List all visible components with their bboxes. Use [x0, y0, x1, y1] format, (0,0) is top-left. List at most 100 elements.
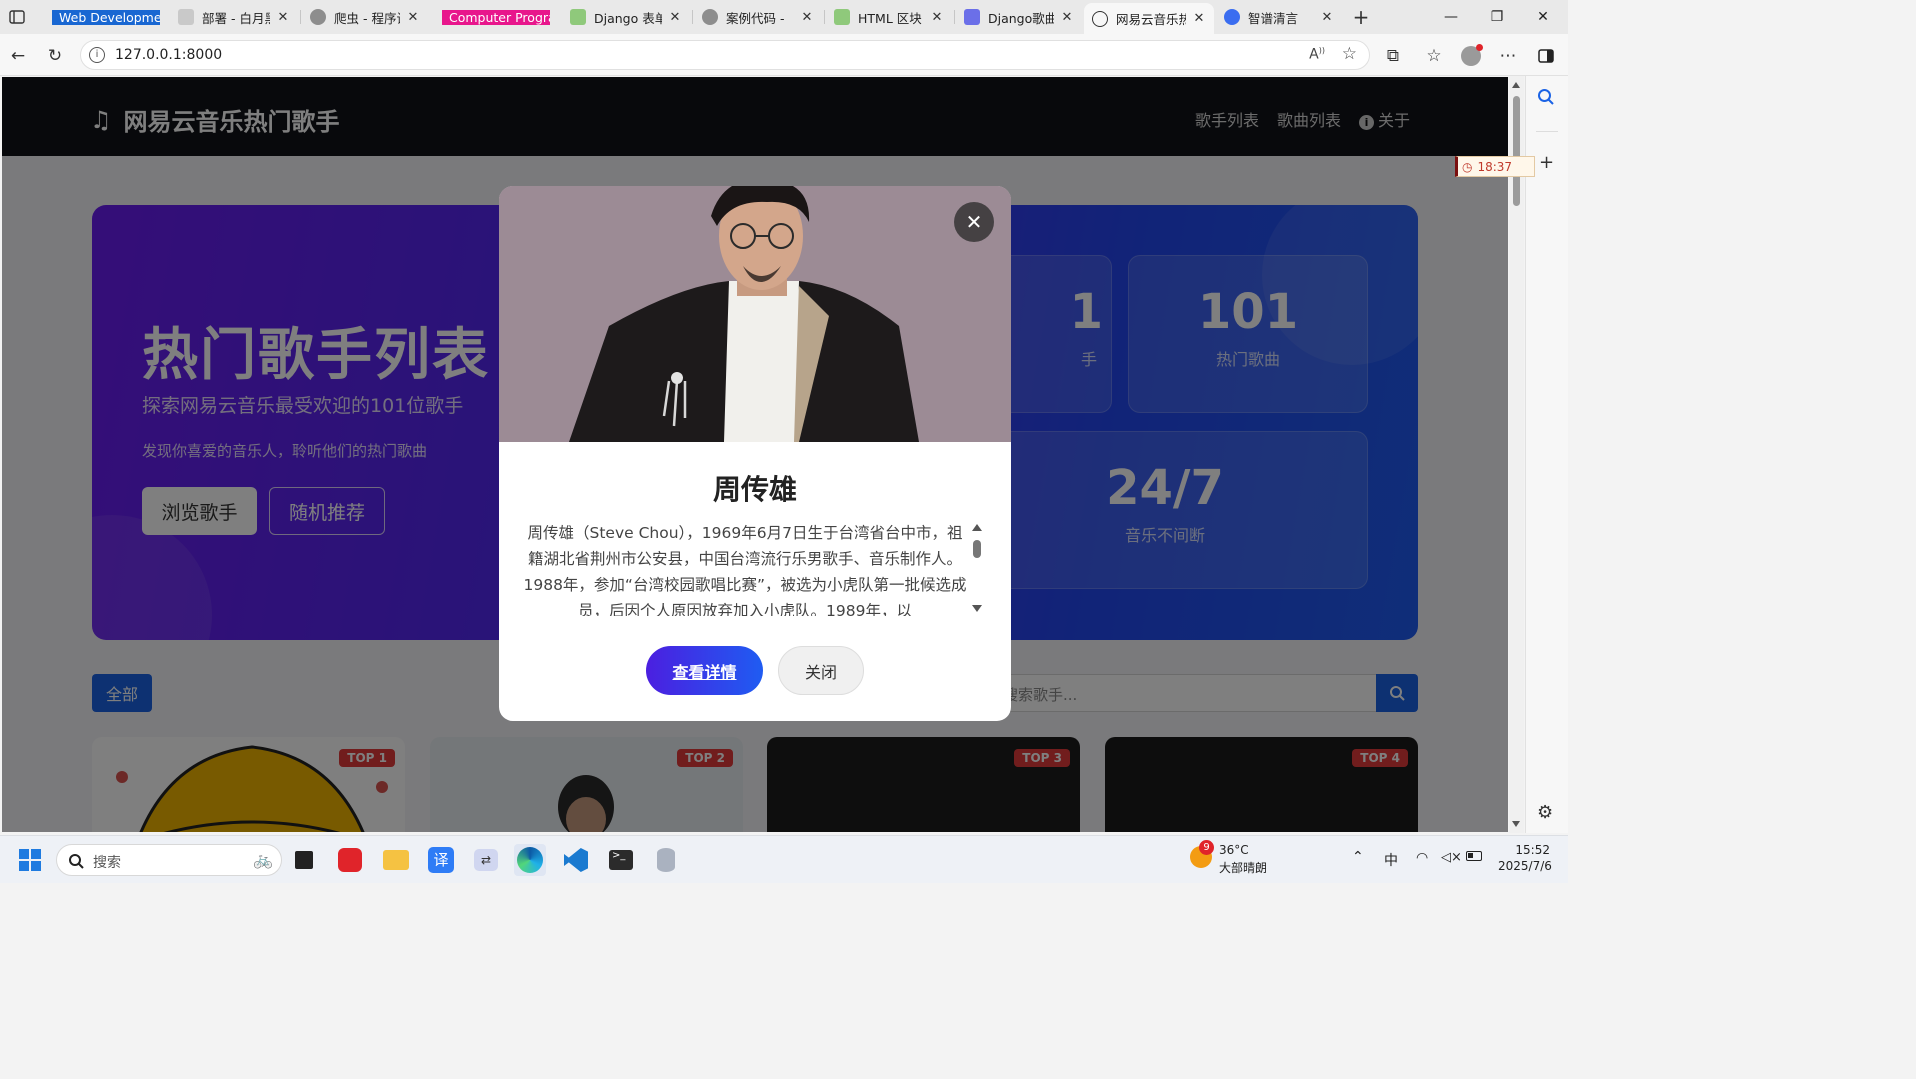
- timer-badge[interactable]: ◷ 18:37: [1455, 156, 1535, 177]
- scroll-up-icon[interactable]: [972, 524, 982, 531]
- refresh-icon[interactable]: ↻: [42, 43, 68, 69]
- huawei-app-icon[interactable]: [334, 844, 366, 876]
- site-favicon-icon: [964, 9, 980, 25]
- back-icon[interactable]: ←: [5, 43, 31, 69]
- edge-browser-icon[interactable]: [514, 844, 546, 876]
- bio-scrollbar[interactable]: [971, 520, 983, 616]
- ime-indicator[interactable]: 中: [1384, 850, 1398, 870]
- url-text: 127.0.0.1:8000: [115, 47, 223, 63]
- tab-group-computer-program[interactable]: Computer Program: [434, 3, 558, 31]
- singer-modal: ✕ 周传雄 周传雄（Steve Chou），1969年6月7日生于台湾省台中市，…: [499, 186, 1011, 721]
- windows-taskbar: 搜索 🚲 译 ⇄ >_ 9 36°C 大部晴朗 ⌃ 中 ◠ ◁× 15:52 2…: [0, 835, 1568, 883]
- tab-actions-icon[interactable]: [6, 6, 28, 28]
- globe-icon: [1092, 10, 1108, 27]
- weather-temp[interactable]: 36°C: [1219, 843, 1249, 857]
- translate-app-icon[interactable]: 译: [425, 844, 457, 876]
- read-aloud-icon[interactable]: A)): [1309, 46, 1325, 63]
- close-tab-icon[interactable]: ✕: [1192, 11, 1206, 26]
- tab-html-block[interactable]: HTML 区块 ✕: [826, 3, 952, 31]
- view-details-button[interactable]: 查看详情: [646, 646, 763, 695]
- site-favicon-icon: [834, 9, 850, 25]
- restore-icon[interactable]: ❐: [1474, 0, 1520, 34]
- close-tab-icon[interactable]: ✕: [668, 10, 682, 25]
- browser-toolbar: ← ↻ i 127.0.0.1:8000 A)) ☆ ⧉ ☆ ⋯: [0, 34, 1568, 76]
- tab-netease-active[interactable]: 网易云音乐热 ✕: [1084, 3, 1214, 34]
- tab-label: 案例代码 -: [726, 10, 785, 26]
- close-tab-icon[interactable]: ✕: [800, 10, 814, 25]
- page-scrollbar[interactable]: [1509, 76, 1524, 833]
- browser-sidebar: + ⚙: [1525, 76, 1568, 833]
- close-tab-icon[interactable]: ✕: [276, 10, 290, 25]
- bicycle-icon: 🚲: [253, 850, 273, 869]
- singer-portrait: [499, 186, 1011, 442]
- tab-label: 网易云音乐热: [1116, 12, 1186, 27]
- tab-label: 智谱清言: [1248, 10, 1299, 26]
- close-tab-icon[interactable]: ✕: [1320, 10, 1334, 25]
- tab-pachong[interactable]: 爬虫 - 程序设 ✕: [302, 3, 428, 31]
- new-tab-icon[interactable]: +: [1350, 5, 1372, 29]
- database-app-icon[interactable]: [650, 844, 682, 876]
- profile-avatar-icon[interactable]: [1458, 43, 1484, 69]
- weather-desc[interactable]: 大部晴朗: [1219, 859, 1267, 876]
- site-info-icon[interactable]: i: [89, 47, 105, 63]
- tray-chevron-icon[interactable]: ⌃: [1352, 849, 1364, 865]
- tab-zhipu[interactable]: 智谱清言 ✕: [1216, 3, 1342, 31]
- web-page: ♫ 网易云音乐热门歌手 歌手列表 歌曲列表 i关于 热门歌手列表 探索网易云音乐…: [2, 77, 1508, 832]
- clock-icon: ◷: [1462, 159, 1473, 174]
- scroll-down-icon[interactable]: [1512, 821, 1520, 827]
- site-favicon-icon: [310, 9, 326, 25]
- clock-time[interactable]: 15:52: [1506, 843, 1550, 857]
- tab-group-label: Computer Program: [442, 9, 550, 25]
- close-modal-button[interactable]: 关闭: [778, 646, 864, 695]
- tab-anli[interactable]: 案例代码 - ✕: [694, 3, 822, 31]
- site-favicon-icon: [702, 9, 718, 25]
- tab-group-web-development[interactable]: Web Development: [44, 3, 168, 31]
- window-close-icon[interactable]: ✕: [1520, 0, 1566, 34]
- scroll-thumb[interactable]: [1513, 96, 1520, 206]
- weather-badge: 9: [1199, 840, 1214, 855]
- vscode-icon[interactable]: [560, 844, 592, 876]
- singer-bio: 周传雄（Steve Chou），1969年6月7日生于台湾省台中市，祖籍湖北省荆…: [523, 524, 967, 616]
- tab-label: 部署 - 白月黑: [202, 10, 270, 26]
- windows-start-icon[interactable]: [14, 844, 46, 876]
- extensions-icon[interactable]: ⧉: [1380, 43, 1406, 69]
- settings-gear-icon[interactable]: ⚙: [1537, 802, 1553, 823]
- wifi-icon[interactable]: ◠: [1416, 850, 1428, 866]
- tab-label: 爬虫 - 程序设: [334, 10, 400, 26]
- scroll-down-icon[interactable]: [972, 605, 982, 612]
- task-view-icon[interactable]: [288, 844, 320, 876]
- timer-text: 18:37: [1477, 159, 1513, 174]
- sidebar-toggle-icon[interactable]: [1533, 43, 1559, 69]
- tab-django-song[interactable]: Django歌曲 ✕: [956, 3, 1082, 31]
- singer-name: 周传雄: [712, 473, 797, 506]
- scroll-thumb[interactable]: [973, 540, 981, 558]
- settings-app-icon[interactable]: ⇄: [470, 844, 502, 876]
- favorite-star-icon[interactable]: ☆: [1342, 44, 1357, 64]
- tab-group-label: Web Development: [52, 9, 160, 25]
- sidebar-search-icon[interactable]: [1537, 88, 1555, 110]
- clock-date[interactable]: 2025/7/6: [1498, 859, 1552, 873]
- taskbar-search-label: 搜索: [93, 855, 121, 871]
- scroll-up-icon[interactable]: [1512, 82, 1520, 88]
- terminal-icon[interactable]: >_: [605, 844, 637, 876]
- sidebar-add-icon[interactable]: +: [1539, 152, 1554, 173]
- close-tab-icon[interactable]: ✕: [1060, 10, 1074, 25]
- weather-sun-icon[interactable]: 9: [1190, 840, 1214, 868]
- tab-strip: Web Development 部署 - 白月黑 ✕ 爬虫 - 程序设 ✕ Co…: [0, 0, 1568, 34]
- favorites-icon[interactable]: ☆: [1421, 43, 1447, 69]
- site-favicon-icon: [570, 9, 586, 25]
- volume-muted-icon[interactable]: ◁×: [1441, 850, 1462, 865]
- file-explorer-icon[interactable]: [380, 844, 412, 876]
- taskbar-search[interactable]: 搜索 🚲: [56, 844, 282, 876]
- address-bar[interactable]: i 127.0.0.1:8000 A)) ☆: [80, 40, 1370, 70]
- more-menu-icon[interactable]: ⋯: [1495, 43, 1521, 69]
- battery-icon[interactable]: [1466, 851, 1482, 861]
- tab-django-form[interactable]: Django 表单 ✕: [562, 3, 690, 31]
- modal-close-icon[interactable]: ✕: [954, 202, 994, 242]
- minimize-icon[interactable]: —: [1428, 0, 1474, 34]
- close-tab-icon[interactable]: ✕: [930, 10, 944, 25]
- tab-bushu[interactable]: 部署 - 白月黑 ✕: [170, 3, 298, 31]
- close-tab-icon[interactable]: ✕: [406, 10, 420, 25]
- site-favicon-icon: [178, 9, 194, 25]
- site-favicon-icon: [1224, 9, 1240, 25]
